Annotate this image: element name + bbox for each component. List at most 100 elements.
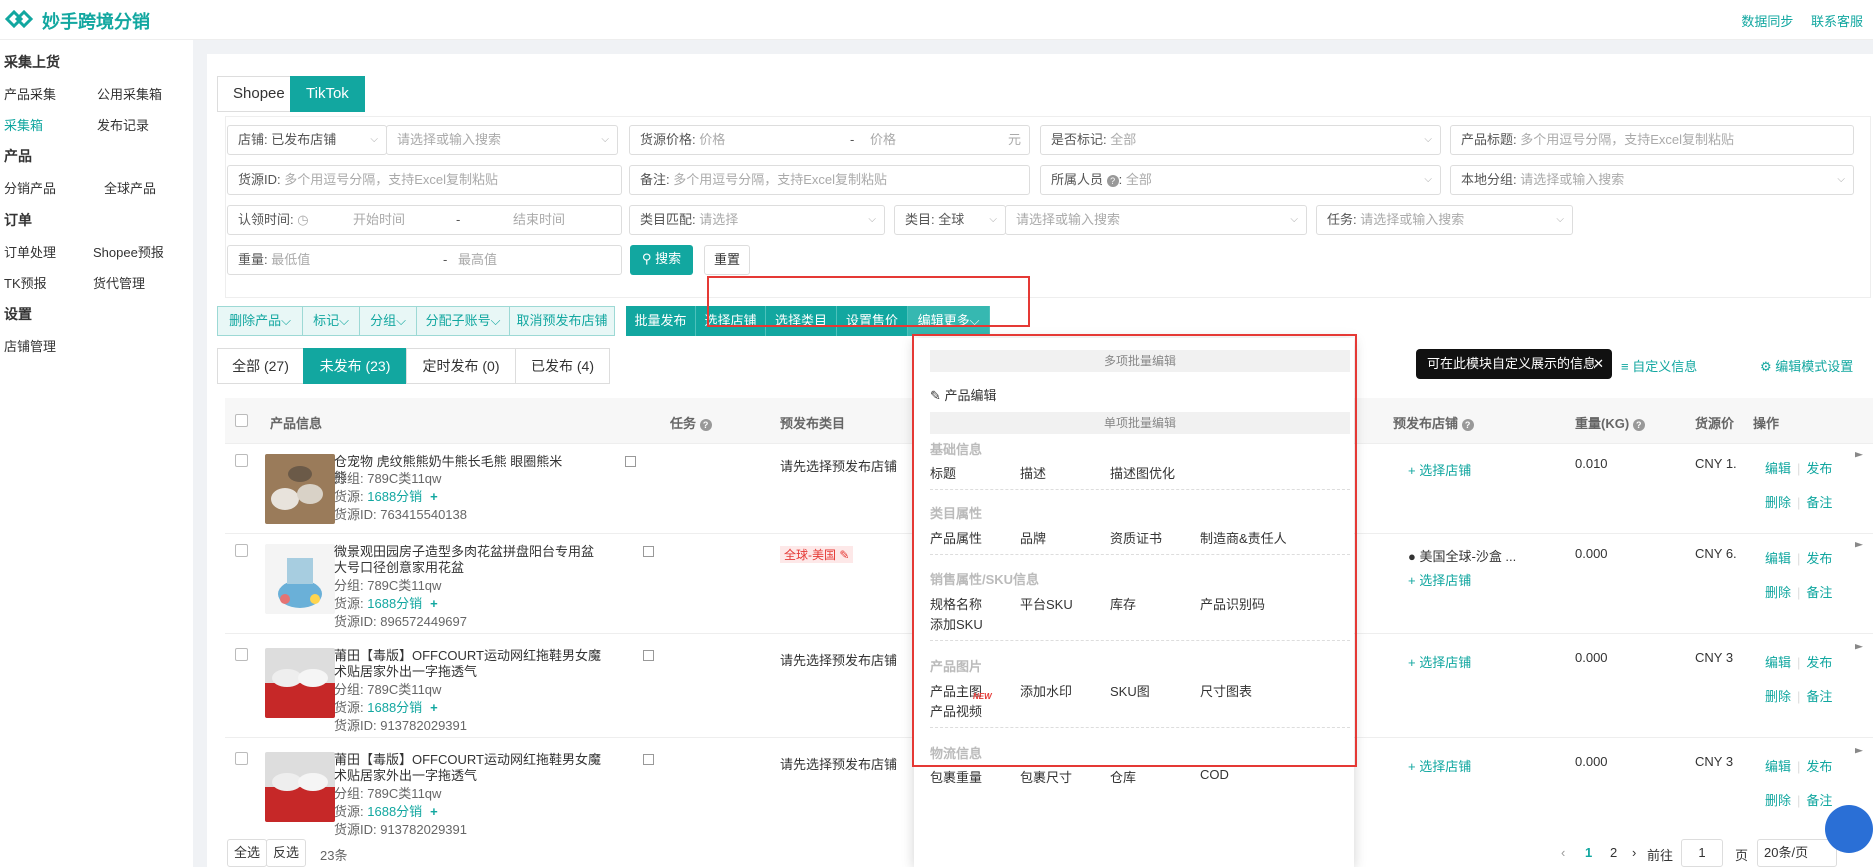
page-1[interactable]: 1 — [1585, 845, 1592, 860]
sidebar-item-collect-box[interactable]: 采集箱 — [4, 115, 43, 134]
select-store-link[interactable]: + 选择店铺 — [1408, 460, 1471, 479]
row-checkbox[interactable] — [235, 648, 248, 661]
tab-all[interactable]: 全部 (27) — [217, 348, 304, 384]
prev-page-icon[interactable]: ‹ — [1561, 845, 1565, 860]
plus-icon[interactable]: + — [430, 489, 438, 504]
tab-tiktok[interactable]: TikTok — [290, 76, 365, 112]
sidebar-item-public-box[interactable]: 公用采集箱 — [97, 84, 162, 103]
flag-icon[interactable] — [1855, 748, 1863, 754]
publish-link[interactable]: 发布 — [1806, 759, 1832, 774]
product-thumbnail[interactable] — [265, 544, 335, 614]
flag-icon[interactable] — [1855, 542, 1863, 548]
flag-icon[interactable] — [1855, 452, 1863, 458]
flag-icon[interactable] — [1855, 644, 1863, 650]
page-size-select[interactable]: 20条/页 — [1757, 839, 1837, 867]
tab-scheduled[interactable]: 定时发布 (0) — [406, 348, 516, 384]
edit-link[interactable]: 编辑 — [1765, 655, 1791, 670]
mark-select[interactable]: 是否标记: 全部 ⌵ — [1040, 125, 1441, 155]
source-link[interactable]: 1688分销 — [367, 596, 422, 611]
task-select[interactable]: 任务: 请选择或输入搜索 ⌵ — [1316, 205, 1573, 235]
remark-input[interactable]: 备注: 多个用逗号分隔，支持Excel复制粘贴 — [629, 165, 1030, 195]
reset-button[interactable]: 重置 — [704, 245, 750, 275]
warehouse-item[interactable]: 仓库 — [1110, 767, 1136, 786]
select-store-link[interactable]: + 选择店铺 — [1408, 756, 1471, 775]
source-link[interactable]: 1688分销 — [367, 489, 422, 504]
select-store-link[interactable]: + 选择店铺 — [1408, 570, 1471, 589]
edit-icon[interactable] — [643, 754, 654, 765]
row-checkbox[interactable] — [235, 752, 248, 765]
edit-icon[interactable] — [625, 456, 636, 467]
sidebar-item-forwarder[interactable]: 货代管理 — [93, 273, 145, 292]
source-id-input[interactable]: 货源ID: 多个用逗号分隔，支持Excel复制粘贴 — [227, 165, 622, 195]
sidebar-item-dist-product[interactable]: 分销产品 — [4, 178, 56, 197]
select-all-checkbox[interactable] — [235, 414, 248, 427]
close-icon[interactable]: ✕ — [1593, 349, 1604, 379]
remark-link[interactable]: 备注 — [1806, 585, 1832, 600]
delete-link[interactable]: 删除 — [1765, 585, 1791, 600]
mark-button[interactable]: 标记⌵ — [302, 306, 360, 336]
sidebar-item-store-manage[interactable]: 店铺管理 — [4, 336, 56, 355]
product-thumbnail[interactable] — [265, 648, 335, 718]
row-checkbox[interactable] — [235, 454, 248, 467]
plus-icon[interactable]: + — [430, 700, 438, 715]
sidebar-item-order-process[interactable]: 订单处理 — [4, 242, 56, 261]
cod-item[interactable]: COD — [1200, 767, 1229, 782]
next-page-icon[interactable]: › — [1632, 845, 1636, 860]
sidebar-item-product-collect[interactable]: 产品采集 — [4, 84, 56, 103]
product-thumbnail[interactable] — [265, 752, 335, 822]
title-input[interactable]: 产品标题: 多个用逗号分隔，支持Excel复制粘贴 — [1450, 125, 1854, 155]
store-select[interactable]: 店铺: 已发布店铺 ⌵ — [227, 125, 387, 155]
custom-info-link[interactable]: ≡ 自定义信息 — [1621, 356, 1697, 375]
delete-product-button[interactable]: 删除产品⌵ — [217, 306, 303, 336]
row-checkbox[interactable] — [235, 544, 248, 557]
tab-published[interactable]: 已发布 (4) — [515, 348, 610, 384]
group-button[interactable]: 分组⌵ — [359, 306, 417, 336]
local-group-select[interactable]: 本地分组: 请选择或输入搜索 ⌵ — [1450, 165, 1854, 195]
plus-icon[interactable]: + — [430, 804, 438, 819]
delete-link[interactable]: 删除 — [1765, 689, 1791, 704]
select-store-link[interactable]: + 选择店铺 — [1408, 652, 1471, 671]
package-size-item[interactable]: 包裹尺寸 — [1020, 767, 1072, 786]
edit-icon[interactable] — [643, 546, 654, 557]
package-weight-item[interactable]: 包裹重量 — [930, 767, 982, 786]
publish-link[interactable]: 发布 — [1806, 551, 1832, 566]
category-search-select[interactable]: 请选择或输入搜索 ⌵ — [1005, 205, 1307, 235]
batch-publish-button[interactable]: 批量发布 — [626, 306, 696, 336]
invert-select-button[interactable]: 反选 — [266, 839, 306, 867]
remark-link[interactable]: 备注 — [1806, 689, 1832, 704]
publish-link[interactable]: 发布 — [1806, 461, 1832, 476]
claim-time-range[interactable]: 认领时间: ◷ 开始时间 - 结束时间 — [227, 205, 622, 235]
sidebar-item-publish-record[interactable]: 发布记录 — [97, 115, 149, 134]
edit-link[interactable]: 编辑 — [1765, 551, 1791, 566]
price-range[interactable]: 货源价格: 价格 - 价格元 — [629, 125, 1030, 155]
product-title[interactable]: 莆田【毒版】OFFCOURT运动网红拖鞋男女魔术贴居家外出一字拖透气 — [334, 752, 604, 784]
sidebar-item-tk-forecast[interactable]: TK预报 — [4, 273, 47, 292]
delete-link[interactable]: 删除 — [1765, 793, 1791, 808]
member-select[interactable]: 所属人员 ?: 全部 ⌵ — [1040, 165, 1441, 195]
edit-icon[interactable]: ✎ — [839, 548, 849, 562]
plus-icon[interactable]: + — [430, 596, 438, 611]
edit-link[interactable]: 编辑 — [1765, 461, 1791, 476]
tab-shopee[interactable]: Shopee — [217, 76, 301, 112]
remark-link[interactable]: 备注 — [1806, 495, 1832, 510]
edit-link[interactable]: 编辑 — [1765, 759, 1791, 774]
page-input[interactable]: 1 — [1681, 839, 1723, 867]
edit-mode-settings-link[interactable]: ⚙ 编辑模式设置 — [1760, 356, 1853, 375]
publish-link[interactable]: 发布 — [1806, 655, 1832, 670]
weight-range[interactable]: 重量: 最低值 - 最高值 — [227, 245, 622, 275]
search-button[interactable]: ⚲ 搜索 — [630, 245, 693, 275]
product-title[interactable]: 莆田【毒版】OFFCOURT运动网红拖鞋男女魔术贴居家外出一字拖透气 — [334, 648, 604, 680]
page-2[interactable]: 2 — [1610, 845, 1617, 860]
edit-icon[interactable] — [643, 650, 654, 661]
store-search-select[interactable]: 请选择或输入搜索 ⌵ — [386, 125, 618, 155]
tab-unpublished[interactable]: 未发布 (23) — [303, 348, 407, 384]
cancel-prepublish-button[interactable]: 取消预发布店铺 — [509, 306, 615, 336]
assign-subaccount-button[interactable]: 分配子账号⌵ — [416, 306, 510, 336]
remark-link[interactable]: 备注 — [1806, 793, 1832, 808]
category-match-select[interactable]: 类目匹配: 请选择 ⌵ — [629, 205, 885, 235]
product-thumbnail[interactable] — [265, 454, 335, 524]
sidebar-item-shopee-forecast[interactable]: Shopee预报 — [93, 242, 164, 261]
product-title[interactable]: 微景观田园房子造型多肉花盆拼盘阳台专用盆大号口径创意家用花盆 — [334, 544, 604, 576]
delete-link[interactable]: 删除 — [1765, 495, 1791, 510]
contact-service-link[interactable]: 联系客服 — [1811, 14, 1863, 29]
